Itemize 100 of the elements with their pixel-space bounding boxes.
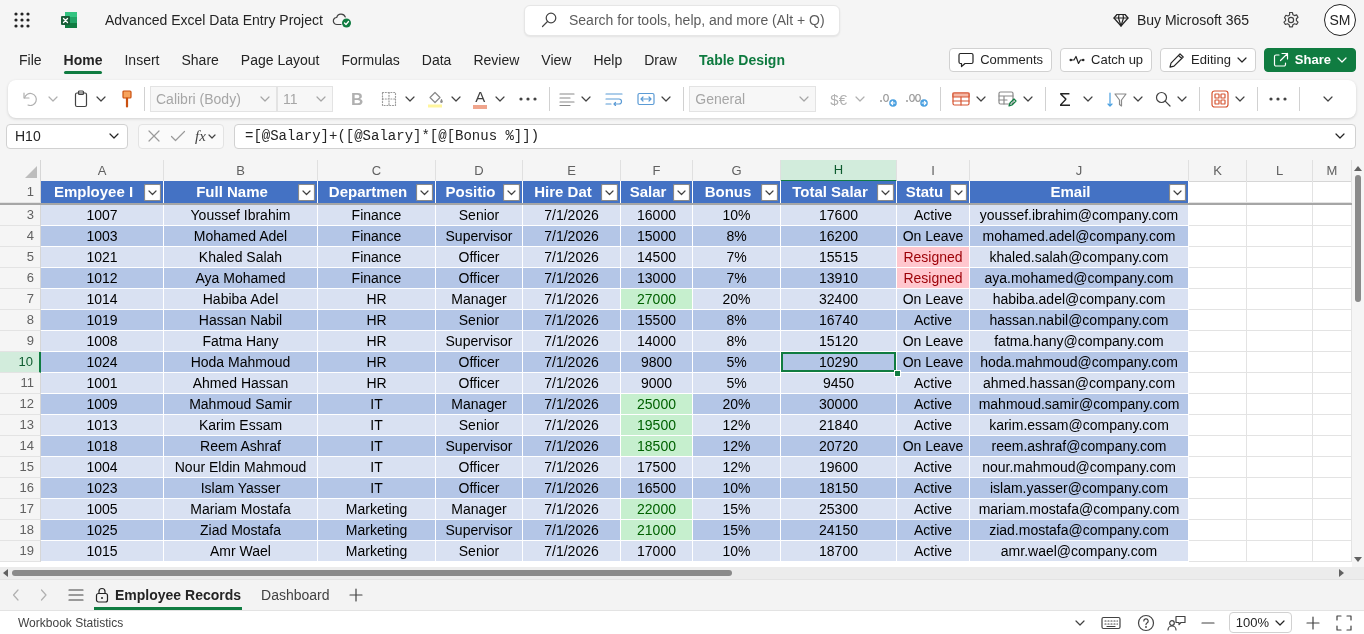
scroll-right-icon[interactable] bbox=[1339, 569, 1344, 577]
more-icon[interactable] bbox=[519, 97, 538, 101]
ribbon-tab[interactable]: Data bbox=[410, 42, 463, 78]
row-number[interactable]: 12 bbox=[0, 394, 41, 415]
row-number[interactable]: 18 bbox=[0, 520, 41, 541]
filter-icon[interactable] bbox=[1106, 90, 1127, 108]
user-avatar[interactable]: SM bbox=[1324, 4, 1356, 36]
row-number[interactable]: 4 bbox=[0, 226, 41, 247]
horizontal-scrollbar[interactable] bbox=[0, 567, 1364, 579]
ribbon-tab[interactable]: Formulas bbox=[330, 42, 411, 78]
chevron-down-icon[interactable] bbox=[1234, 96, 1245, 102]
workbook-statistics-link[interactable]: Workbook Statistics bbox=[18, 613, 124, 632]
row-number[interactable]: 6 bbox=[0, 268, 41, 289]
search-icon[interactable] bbox=[1154, 91, 1171, 107]
decrease-decimal-icon[interactable] bbox=[879, 91, 897, 107]
row-number[interactable]: 11 bbox=[0, 373, 41, 394]
chevron-down-icon[interactable] bbox=[661, 96, 672, 102]
ribbon-tab[interactable]: Share bbox=[170, 42, 230, 78]
sheet-tab[interactable]: Dashboard bbox=[260, 580, 331, 610]
share-button[interactable]: Share bbox=[1263, 48, 1356, 72]
filter-dropdown-icon[interactable] bbox=[950, 183, 967, 201]
row-number[interactable]: 8 bbox=[0, 310, 41, 331]
more-icon[interactable] bbox=[1268, 97, 1287, 101]
buy-button[interactable]: Buy Microsoft 365 bbox=[1112, 9, 1249, 31]
autosum-button[interactable]: Σ bbox=[1057, 89, 1073, 109]
ribbon-tab[interactable]: Draw bbox=[633, 42, 688, 78]
row-number[interactable]: 10 bbox=[0, 352, 41, 373]
increase-decimal-icon[interactable] bbox=[905, 91, 928, 107]
square-grid-icon[interactable] bbox=[1210, 90, 1229, 108]
row-number[interactable]: 16 bbox=[0, 478, 41, 499]
scroll-down-icon[interactable] bbox=[1354, 557, 1362, 562]
search-field[interactable]: Search for tools, help, and more (Alt + Q) bbox=[524, 4, 840, 36]
chevron-down-icon[interactable] bbox=[451, 96, 462, 102]
comments-button[interactable]: Comments bbox=[949, 48, 1053, 72]
insert-function-button[interactable]: fx bbox=[195, 128, 216, 144]
chevron-down-icon[interactable] bbox=[1023, 96, 1033, 102]
zoom-dropdown[interactable]: 100% bbox=[1228, 612, 1292, 633]
table-format-icon[interactable] bbox=[998, 91, 1017, 107]
cancel-icon[interactable] bbox=[147, 129, 161, 143]
sheet-tab[interactable]: Employee Records bbox=[94, 580, 243, 610]
clipboard-icon[interactable] bbox=[74, 90, 88, 108]
row-number[interactable]: 7 bbox=[0, 289, 41, 310]
row-number[interactable]: 3 bbox=[0, 205, 41, 226]
filter-dropdown-icon[interactable] bbox=[673, 183, 690, 201]
borders-icon[interactable] bbox=[381, 91, 398, 107]
chevron-down-icon[interactable] bbox=[495, 96, 506, 102]
chevron-down-icon[interactable] bbox=[405, 96, 416, 102]
paintbrush-icon[interactable] bbox=[122, 90, 132, 108]
row-number[interactable]: 19 bbox=[0, 541, 41, 562]
vertical-scrollbar[interactable] bbox=[1352, 160, 1364, 567]
font-color-button[interactable]: A bbox=[473, 89, 488, 109]
fullscreen-icon[interactable] bbox=[1336, 614, 1352, 631]
catch-up-button[interactable]: Catch up bbox=[1060, 48, 1153, 72]
dot-grid-icon[interactable] bbox=[14, 12, 30, 28]
filter-dropdown-icon[interactable] bbox=[503, 183, 520, 201]
name-box[interactable]: H10 bbox=[6, 123, 128, 149]
ribbon-tab[interactable]: Page Layout bbox=[229, 42, 331, 78]
row-number[interactable]: 5 bbox=[0, 247, 41, 268]
chevron-down-icon[interactable] bbox=[1322, 96, 1333, 102]
ribbon-tab[interactable]: Home bbox=[52, 42, 114, 78]
menu-icon[interactable] bbox=[68, 589, 84, 601]
chevron-down-icon[interactable] bbox=[1074, 619, 1085, 626]
chevron-down-icon[interactable] bbox=[96, 96, 106, 102]
paint-bucket-icon[interactable] bbox=[427, 90, 444, 108]
zoom-out-icon[interactable] bbox=[1200, 621, 1215, 624]
scrollbar-thumb[interactable] bbox=[12, 570, 732, 576]
row-number[interactable]: 15 bbox=[0, 457, 41, 478]
ribbon-tab[interactable]: File bbox=[8, 42, 53, 78]
filter-dropdown-icon[interactable] bbox=[416, 183, 433, 201]
chevron-down-icon[interactable] bbox=[1132, 96, 1143, 102]
fill-handle[interactable] bbox=[894, 370, 901, 377]
feedback-icon[interactable] bbox=[1166, 614, 1187, 631]
row-number[interactable]: 17 bbox=[0, 499, 41, 520]
align-icon[interactable] bbox=[559, 91, 576, 107]
filter-dropdown-icon[interactable] bbox=[1169, 183, 1186, 201]
row-number[interactable]: 13 bbox=[0, 415, 41, 436]
chevron-down-icon[interactable] bbox=[1176, 96, 1187, 102]
chevron-down-icon[interactable] bbox=[976, 96, 986, 102]
column-letter[interactable]: K bbox=[1189, 160, 1247, 182]
insert-cells-icon[interactable] bbox=[952, 92, 970, 106]
chevron-down-icon[interactable] bbox=[1335, 133, 1345, 139]
column-letter[interactable]: L bbox=[1247, 160, 1313, 182]
add-icon[interactable] bbox=[348, 588, 363, 602]
editing-button[interactable]: Editing bbox=[1160, 48, 1256, 72]
filter-dropdown-icon[interactable] bbox=[601, 183, 618, 201]
filter-dropdown-icon[interactable] bbox=[298, 183, 315, 201]
ribbon-tab[interactable]: Help bbox=[582, 42, 634, 78]
row-number[interactable]: 9 bbox=[0, 331, 41, 352]
ribbon-tab[interactable]: Table Design bbox=[687, 42, 796, 78]
row-number[interactable]: 14 bbox=[0, 436, 41, 457]
merge-icon[interactable] bbox=[637, 92, 656, 106]
scrollbar-thumb[interactable] bbox=[1355, 175, 1361, 302]
settings-icon[interactable] bbox=[1282, 11, 1300, 29]
document-title[interactable]: Advanced Excel Data Entry Project bbox=[105, 9, 323, 31]
chevron-down-icon[interactable] bbox=[581, 96, 592, 102]
column-letter[interactable]: H bbox=[781, 160, 897, 182]
keyboard-icon[interactable] bbox=[1100, 615, 1121, 630]
ribbon-tab[interactable]: Review bbox=[462, 42, 531, 78]
scroll-up-icon[interactable] bbox=[1354, 166, 1362, 171]
help-icon[interactable] bbox=[1136, 613, 1155, 632]
